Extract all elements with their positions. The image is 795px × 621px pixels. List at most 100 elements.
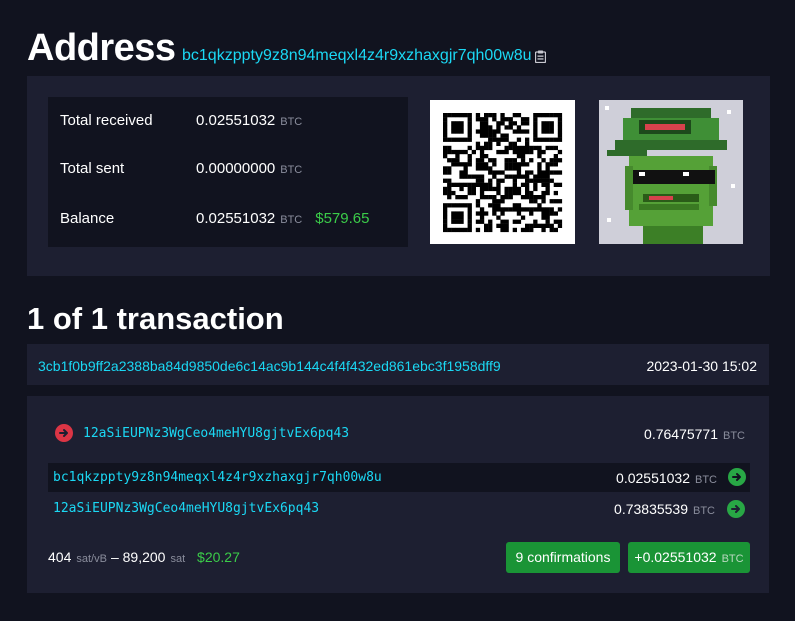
qr-module [553, 137, 558, 142]
qr-module [443, 211, 448, 216]
qr-module [533, 174, 538, 179]
qr-module [488, 170, 493, 175]
qr-module [488, 223, 493, 228]
qr-module [508, 145, 513, 151]
address-avatar [599, 100, 743, 244]
qr-module [557, 121, 563, 126]
qr-module [496, 199, 501, 204]
qr-module [516, 174, 522, 179]
output-address-link[interactable]: 12aSiEUPNz3WgCeo4meHYU8gjtvEx6pq43 [53, 501, 319, 516]
qr-module [443, 203, 448, 208]
qr-module [525, 141, 530, 146]
qr-module [479, 215, 485, 220]
qr-module [541, 137, 546, 142]
qr-module [512, 207, 517, 212]
qr-module [504, 145, 509, 151]
qr-module [500, 211, 505, 216]
qr-module [488, 186, 493, 192]
qr-module [467, 154, 472, 159]
qr-module [475, 145, 481, 151]
qr-module [545, 178, 550, 183]
btc-unit: BTC [280, 164, 303, 176]
qr-module [447, 170, 452, 175]
qr-module [557, 223, 563, 228]
clipboard-icon[interactable] [535, 50, 546, 63]
qr-module [467, 227, 472, 233]
transaction-date: 2023-01-30 15:02 [646, 358, 757, 374]
output-arrow-icon[interactable] [728, 468, 746, 486]
qr-module [512, 149, 517, 155]
qr-module [533, 145, 538, 151]
qr-module [525, 190, 530, 196]
btc-unit: BTC [723, 430, 745, 442]
qr-module [529, 145, 534, 151]
qr-module [508, 186, 513, 192]
qr-module [447, 137, 452, 142]
qr-module [484, 162, 489, 167]
qr-module [488, 178, 493, 183]
transaction-id-link[interactable]: 3cb1f0b9ff2a2388ba84d9850de6c14ac9b144c4… [38, 358, 501, 374]
qr-module [549, 170, 554, 175]
qr-module [541, 121, 546, 126]
qr-module [479, 211, 485, 216]
qr-module [545, 182, 550, 187]
qr-module [459, 170, 464, 175]
qr-module [459, 203, 464, 208]
total-sent-row: Total sent 0.00000000 BTC [48, 145, 408, 193]
output-arrow-icon[interactable] [727, 500, 745, 518]
qr-module [533, 207, 538, 212]
balance-value: 0.02551032 BTC $579.65 [196, 210, 369, 227]
qr-module [520, 215, 526, 220]
qr-module [492, 199, 497, 204]
confirmations-button[interactable]: 9 confirmations [506, 542, 620, 573]
qr-module [488, 203, 493, 208]
btc-unit: BTC [721, 553, 744, 565]
address-link[interactable]: bc1qkzppty9z8n94meqxl4z4r9xzhaxgjr7qh00w… [182, 46, 532, 66]
qr-module [533, 117, 538, 122]
qr-module [488, 141, 493, 146]
qr-module [475, 178, 481, 183]
qr-module [447, 178, 452, 183]
arrow-right-icon [732, 473, 741, 481]
qr-module [451, 162, 456, 167]
qr-module [549, 162, 554, 167]
input-address-link[interactable]: 12aSiEUPNz3WgCeo4meHYU8gjtvEx6pq43 [83, 426, 349, 441]
qr-module [496, 203, 501, 208]
qr-module [520, 227, 526, 233]
qr-module [479, 219, 485, 224]
net-amount-button[interactable]: +0.02551032 BTC [628, 542, 750, 573]
qr-module [537, 149, 542, 155]
qr-module [512, 141, 517, 146]
qr-module [496, 223, 501, 228]
qr-module [533, 113, 538, 118]
qr-module [467, 145, 472, 151]
qr-module [525, 207, 530, 212]
net-amount-value: +0.02551032 [634, 549, 717, 565]
qr-module [541, 195, 546, 200]
qr-module [455, 195, 460, 200]
qr-module [443, 186, 448, 192]
qr-module [508, 190, 513, 196]
transaction-details: 12aSiEUPNz3WgCeo4meHYU8gjtvEx6pq43 0.764… [27, 396, 769, 593]
qr-module [455, 162, 460, 167]
qr-module [541, 149, 546, 155]
qr-module [541, 223, 546, 228]
qr-module [525, 223, 530, 228]
qr-module [545, 166, 550, 171]
output-address-link[interactable]: bc1qkzppty9z8n94meqxl4z4r9xzhaxgjr7qh00w… [53, 470, 382, 485]
qr-module [496, 190, 501, 196]
qr-module [557, 158, 563, 163]
qr-module [508, 207, 513, 212]
qr-module [455, 182, 460, 187]
qr-module [463, 149, 468, 155]
qr-module [512, 219, 517, 224]
qr-module [545, 174, 550, 179]
qr-module [541, 129, 546, 134]
qr-module [508, 141, 513, 146]
qr-module [520, 174, 526, 179]
qr-module [541, 174, 546, 179]
qr-module [475, 141, 481, 146]
qr-module [529, 227, 534, 233]
qr-module [520, 149, 526, 155]
input-arrow-icon[interactable] [55, 424, 73, 442]
